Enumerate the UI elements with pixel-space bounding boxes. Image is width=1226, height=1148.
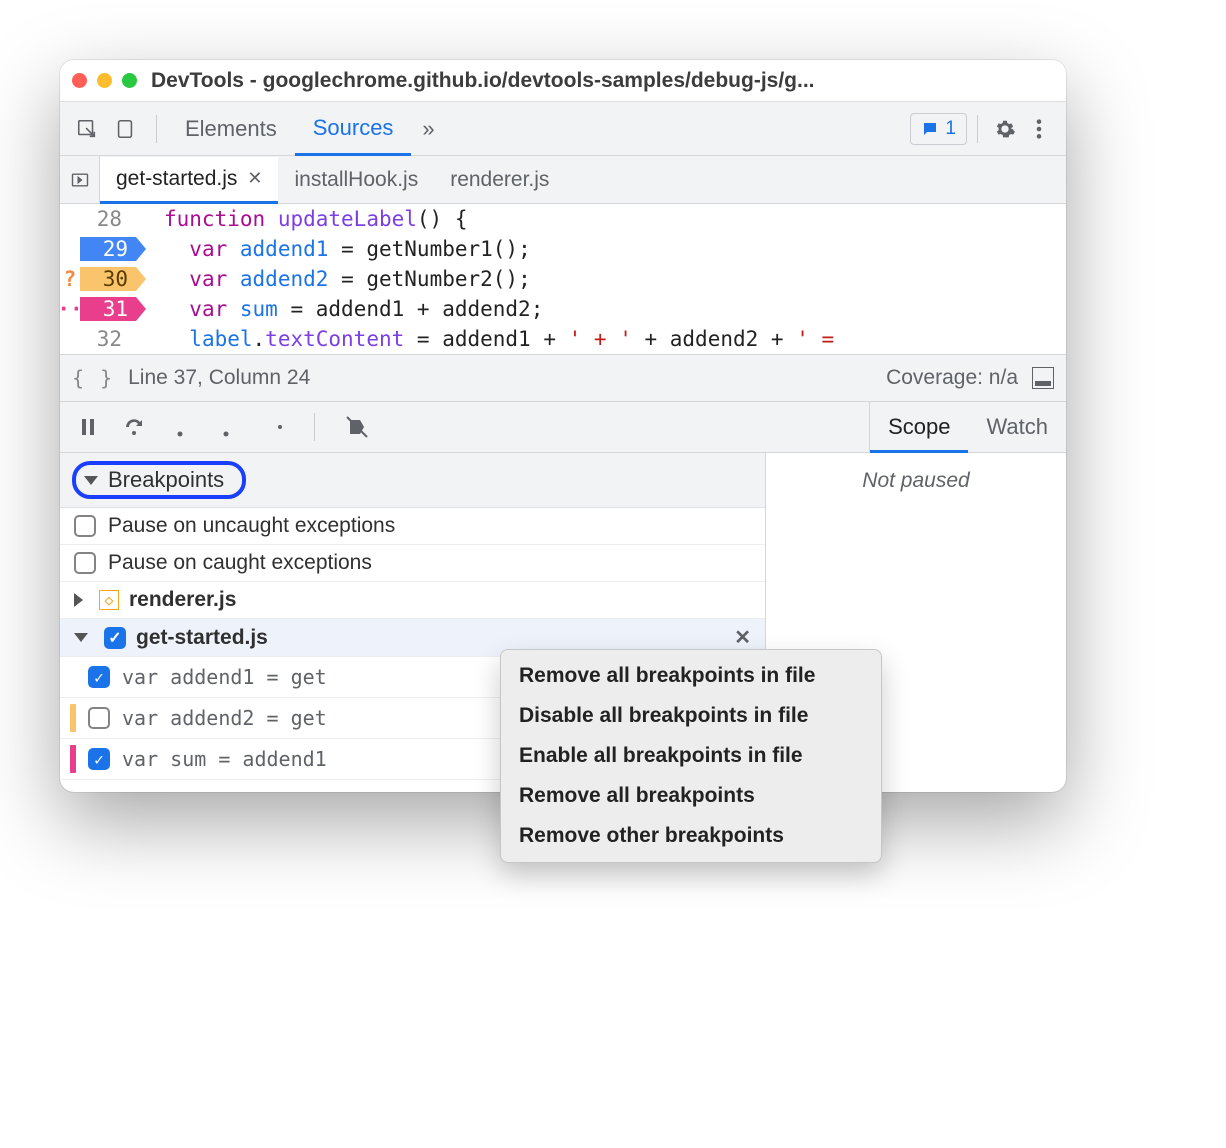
checkbox-unchecked[interactable] [74, 515, 96, 537]
coverage-label: Coverage: n/a [886, 366, 1018, 390]
inspect-icon[interactable] [70, 112, 104, 146]
device-toggle-icon[interactable] [108, 112, 142, 146]
maximize-window-button[interactable] [122, 73, 137, 88]
divider [977, 115, 978, 143]
checkbox-checked[interactable] [88, 666, 110, 688]
remove-group-icon[interactable]: ✕ [734, 625, 751, 650]
divider [314, 413, 315, 441]
code-line: ?30 var addend2 = getNumber2(); [60, 264, 1066, 294]
editor-statusbar: { } Line 37, Column 24 Coverage: n/a [60, 354, 1066, 402]
feedback-count: 1 [945, 118, 956, 140]
js-file-icon: ◇ [99, 590, 119, 610]
code-line: ··31 var sum = addend1 + addend2; [60, 294, 1066, 324]
titlebar: DevTools - googlechrome.github.io/devtoo… [60, 60, 1066, 102]
breakpoint-context-menu: Remove all breakpoints in file Disable a… [500, 649, 882, 863]
breakpoints-highlight: Breakpoints [72, 461, 246, 499]
cursor-position: Line 37, Column 24 [128, 366, 310, 390]
file-group-getstarted[interactable]: get-started.js ✕ Remove all breakpoints … [60, 619, 765, 657]
chevron-right-icon [74, 593, 83, 607]
debug-bar: Scope Watch [60, 402, 1066, 453]
step-icon[interactable] [258, 413, 286, 441]
breakpoints-label: Breakpoints [108, 467, 224, 493]
step-out-icon[interactable] [212, 413, 240, 441]
debug-controls [60, 402, 870, 452]
more-tabs-icon[interactable]: » [411, 112, 445, 146]
window-title: DevTools - googlechrome.github.io/devtoo… [151, 69, 815, 93]
breakpoint-mark: ·· [60, 297, 80, 321]
line-number: 28 [97, 204, 136, 234]
line-number-breakpoint[interactable]: 29 [80, 237, 136, 261]
file-label: renderer.js [129, 588, 236, 612]
pause-uncaught-row[interactable]: Pause on uncaught exceptions [60, 508, 765, 545]
line-number-breakpoint[interactable]: 31 [80, 297, 136, 321]
file-tab-renderer[interactable]: renderer.js [434, 156, 565, 203]
ctx-enable-all-in-file[interactable]: Enable all breakpoints in file [501, 736, 881, 776]
line-number-breakpoint[interactable]: 30 [80, 267, 136, 291]
pause-uncaught-label: Pause on uncaught exceptions [108, 514, 395, 538]
tab-watch[interactable]: Watch [968, 402, 1066, 452]
pause-caught-row[interactable]: Pause on caught exceptions [60, 545, 765, 582]
breakpoints-section-header[interactable]: Breakpoints [60, 453, 765, 508]
file-tab-label: get-started.js [116, 167, 237, 191]
breakpoints-panel: Breakpoints Pause on uncaught exceptions… [60, 453, 766, 792]
code-line: ?29 var addend1 = getNumber1(); [60, 234, 1066, 264]
breakpoint-code: var addend1 = get [122, 665, 327, 689]
checkbox-unchecked[interactable] [88, 707, 110, 729]
file-tab-installhook[interactable]: installHook.js [278, 156, 434, 203]
checkbox-checked[interactable] [104, 627, 126, 649]
kebab-menu-icon[interactable] [1022, 118, 1056, 140]
settings-icon[interactable] [988, 118, 1022, 140]
window-controls [72, 73, 137, 88]
close-tab-icon[interactable]: ✕ [247, 168, 262, 189]
coverage-icon[interactable] [1032, 367, 1054, 389]
code-editor[interactable]: 28 function updateLabel() { ?29 var adde… [60, 204, 1066, 354]
chevron-down-icon [74, 633, 88, 642]
navigator-toggle-icon[interactable] [60, 156, 100, 203]
feedback-button[interactable]: 1 [910, 113, 967, 145]
step-into-icon[interactable] [166, 413, 194, 441]
devtools-window: DevTools - googlechrome.github.io/devtoo… [60, 60, 1066, 792]
checkbox-unchecked[interactable] [74, 552, 96, 574]
lower-panels: Breakpoints Pause on uncaught exceptions… [60, 453, 1066, 792]
ctx-remove-all[interactable]: Remove all breakpoints [501, 776, 881, 816]
deactivate-breakpoints-icon[interactable] [343, 413, 371, 441]
file-group-renderer[interactable]: ◇ renderer.js [60, 582, 765, 619]
scope-watch-tabs: Scope Watch [870, 402, 1066, 452]
pause-icon[interactable] [74, 413, 102, 441]
checkbox-checked[interactable] [88, 748, 110, 770]
ctx-disable-all-in-file[interactable]: Disable all breakpoints in file [501, 696, 881, 736]
code-line: 28 function updateLabel() { [60, 204, 1066, 234]
breakpoint-code: var addend2 = get [122, 706, 327, 730]
breakpoint-code: var sum = addend1 [122, 747, 327, 771]
minimize-window-button[interactable] [97, 73, 112, 88]
pretty-print-icon[interactable]: { } [72, 366, 114, 390]
tab-sources[interactable]: Sources [295, 102, 412, 156]
ctx-remove-other[interactable]: Remove other breakpoints [501, 816, 881, 856]
ctx-remove-all-in-file[interactable]: Remove all breakpoints in file [501, 656, 881, 696]
file-tab-get-started[interactable]: get-started.js ✕ [100, 157, 278, 204]
breakpoint-mark: ? [60, 267, 80, 291]
breakpoint-stripe [70, 704, 76, 732]
code-line: 32 label.textContent = addend1 + ' + ' +… [60, 324, 1066, 354]
file-tab-bar: get-started.js ✕ installHook.js renderer… [60, 156, 1066, 204]
pause-caught-label: Pause on caught exceptions [108, 551, 372, 575]
main-toolbar: Elements Sources » 1 [60, 102, 1066, 156]
line-number: 32 [97, 324, 136, 354]
step-over-icon[interactable] [120, 413, 148, 441]
close-window-button[interactable] [72, 73, 87, 88]
tab-scope[interactable]: Scope [870, 402, 968, 453]
breakpoint-stripe [70, 745, 76, 773]
tab-elements[interactable]: Elements [167, 102, 295, 156]
divider [156, 115, 157, 143]
file-label: get-started.js [136, 626, 268, 650]
chevron-down-icon [84, 476, 98, 485]
